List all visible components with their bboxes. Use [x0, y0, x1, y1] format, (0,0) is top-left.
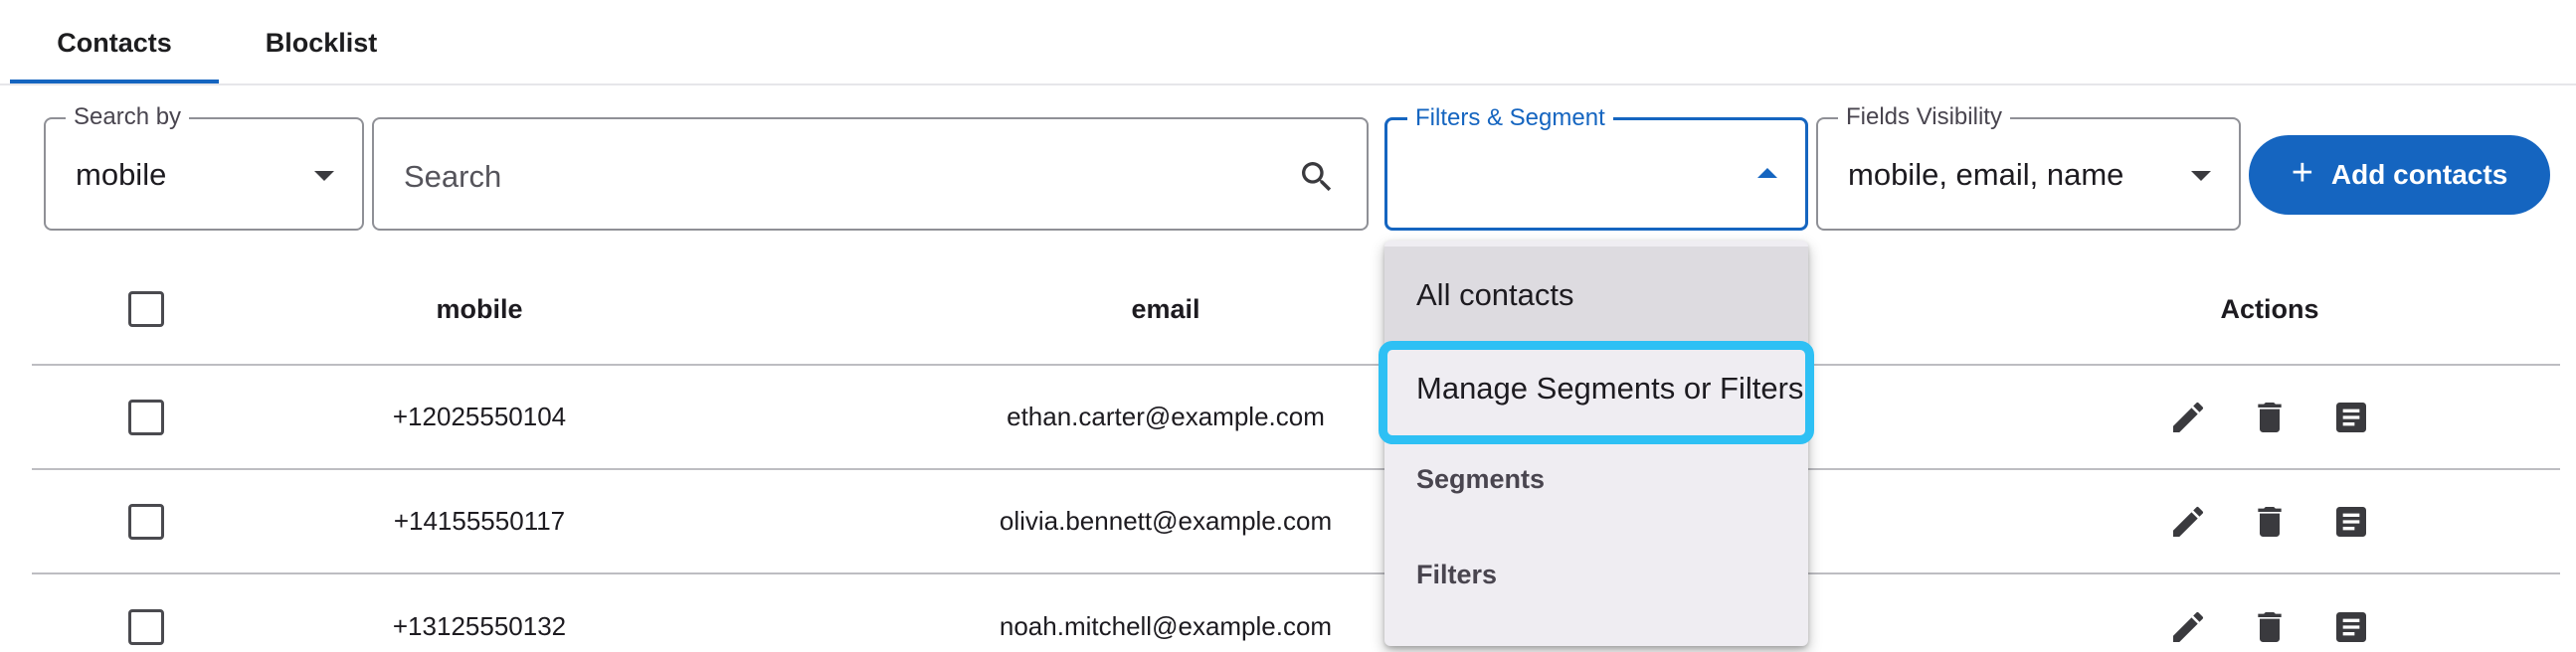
select-all-checkbox[interactable]	[128, 291, 164, 327]
contacts-table: mobile email Actions +12025550104 ethan.…	[32, 254, 2560, 652]
fields-visibility-value: mobile, email, name	[1848, 157, 2124, 192]
notes-icon[interactable]	[2331, 398, 2371, 437]
row-checkbox[interactable]	[128, 608, 164, 645]
column-header-actions: Actions	[2220, 293, 2319, 324]
row-checkbox[interactable]	[128, 503, 164, 540]
edit-icon[interactable]	[2168, 398, 2208, 437]
row-actions	[2061, 470, 2479, 572]
menu-item-all-contacts[interactable]: All contacts	[1384, 246, 1808, 344]
tab-blocklist[interactable]: Blocklist	[219, 0, 424, 85]
plus-icon: +	[2291, 152, 2313, 194]
fields-visibility-select[interactable]: Fields Visibility mobile, email, name	[1816, 103, 2241, 231]
filters-segment-select[interactable]: Filters & Segment	[1384, 104, 1808, 231]
delete-icon[interactable]	[2250, 398, 2290, 437]
row-checkbox[interactable]	[128, 399, 164, 435]
notes-icon[interactable]	[2331, 607, 2371, 647]
tab-bar: Contacts Blocklist	[0, 0, 2576, 85]
row-mobile: +13125550132	[392, 611, 567, 641]
row-actions	[2061, 366, 2479, 468]
table-row: +14155550117 olivia.bennett@example.com …	[32, 470, 2560, 574]
edit-icon[interactable]	[2168, 607, 2208, 647]
search-by-select[interactable]: Search by mobile	[44, 103, 364, 231]
chevron-up-icon	[1757, 168, 1777, 178]
filters-segment-label: Filters & Segment	[1407, 104, 1613, 132]
chevron-down-icon	[2191, 171, 2211, 181]
table-row: +12025550104 ethan.carter@example.com	[32, 366, 2560, 470]
search-icon[interactable]	[1297, 157, 1337, 197]
row-actions	[2061, 574, 2479, 652]
notes-icon[interactable]	[2331, 502, 2371, 542]
delete-icon[interactable]	[2250, 502, 2290, 542]
menu-group-filters[interactable]: Filters	[1384, 535, 1808, 614]
table-row: +13125550132 noah.mitchell@example.com l…	[32, 574, 2560, 652]
add-contacts-label: Add contacts	[2330, 159, 2508, 190]
filters-segment-menu: All contacts Manage Segments or Filters …	[1384, 241, 1808, 646]
menu-group-segments[interactable]: Segments	[1384, 439, 1808, 519]
tab-contacts[interactable]: Contacts	[10, 0, 219, 85]
column-header-mobile[interactable]: mobile	[280, 254, 678, 364]
search-by-value: mobile	[76, 157, 167, 192]
edit-icon[interactable]	[2168, 502, 2208, 542]
active-tab-indicator	[10, 80, 219, 83]
search-placeholder: Search	[404, 159, 502, 194]
row-mobile: +14155550117	[393, 506, 566, 536]
search-input[interactable]: Search	[372, 117, 1369, 231]
fields-visibility-label: Fields Visibility	[1838, 103, 2010, 131]
search-by-label: Search by	[66, 103, 190, 131]
row-mobile: +12025550104	[392, 402, 567, 431]
add-contacts-button[interactable]: + Add contacts	[2249, 135, 2550, 215]
delete-icon[interactable]	[2250, 607, 2290, 647]
table-header: mobile email Actions	[32, 254, 2560, 366]
chevron-down-icon	[314, 171, 334, 181]
menu-item-manage-segments[interactable]: Manage Segments or Filters	[1384, 344, 1808, 433]
